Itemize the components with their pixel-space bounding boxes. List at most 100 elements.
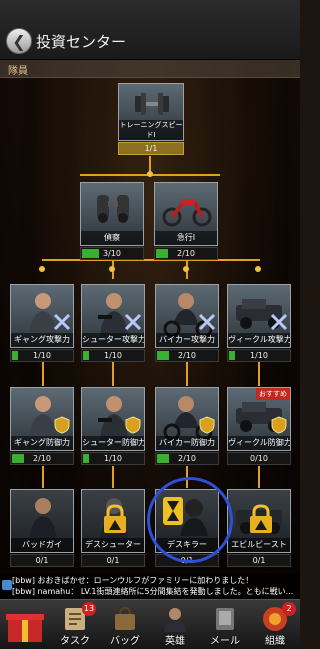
chat-line: [bbw] namahu： LV.1街頭連絡所に5分間集結を発動しました。ともに… [12,587,294,596]
progress-text: 2/10 [33,454,51,463]
progress-bar: 3/10 [80,247,144,260]
progress-text: 0/1 [252,556,266,565]
badguy-icon [29,498,57,542]
skill-name: 急行I [155,231,217,245]
skill-tile[interactable]: 急行I [154,182,218,246]
nav-shop[interactable] [0,600,50,649]
connector-node [147,171,153,177]
skill-name: バッドガイ [11,538,73,552]
skill-tile[interactable]: 偵察 [80,182,144,246]
connector-line [112,360,114,386]
progress-bar: 1/10 [10,349,74,362]
shield-icon [125,416,141,434]
skill-name: ヴィークル防御力 [228,436,290,450]
progress-bar: 0/1 [227,554,291,567]
nav-hero[interactable]: 英雄 [150,600,200,649]
progress-bar: 2/10 [155,452,219,465]
skill-tile[interactable]: バイカー攻撃力 [155,284,219,348]
progress-text: 2/10 [177,249,195,258]
crossed-swords-icon [198,313,216,331]
progress-text: 0/1 [35,556,49,565]
highlight-circle [147,477,233,563]
connector-node [183,266,189,272]
skill-tile[interactable]: バイカー防御力 [155,387,219,451]
recommended-badge: おすすめ [256,388,290,400]
section-label: 隊員 [8,66,28,77]
connector-line [258,466,260,488]
nav-label: タスク [60,636,90,647]
skill-tile[interactable]: ギャング攻撃力 [10,284,74,348]
progress-bar: 2/10 [155,349,219,362]
progress-text: 1/10 [33,351,51,360]
chat-line: [bbw] おおきばかせ：ローンウルフがファミリーに加わりました！ [12,576,254,585]
skill-name: ギャング防御力 [11,436,73,450]
bottom-nav: 13 タスク バッグ 英雄 メール 2 組織 [0,599,300,649]
skill-tile[interactable]: ヴィークル攻撃力 [227,284,291,348]
progress-text: 0/1 [106,556,120,565]
nav-task[interactable]: 13 タスク [50,600,100,649]
skill-tile[interactable]: ギャング防御力 [10,387,74,451]
skill-name: デスシューター [82,538,144,552]
nav-label: 英雄 [165,636,185,647]
nav-mail[interactable]: メール [200,600,250,649]
skill-node-vehicle-attack[interactable]: ヴィークル攻撃力 1/10 [227,284,291,362]
gift-box-icon [6,614,44,642]
connector-node [255,266,261,272]
connector-line [42,466,44,488]
skill-tile[interactable]: シューター攻撃力 [81,284,145,348]
progress-text: 0/10 [250,454,268,463]
skill-tile[interactable]: シューター防御力 [81,387,145,451]
skill-node-shooter-defense[interactable]: シューター防御力 1/10 [81,387,145,465]
progress-bar: 1/10 [81,349,145,362]
connector-node [39,266,45,272]
hero-icon [164,608,186,632]
skill-tile[interactable]: エビルビースト [227,489,291,553]
skill-node-deathshooter[interactable]: デスシューター 0/1 [81,489,145,567]
connector-line [42,360,44,386]
chat-ticker[interactable]: [bbw] おおきばかせ：ローンウルフがファミリーに加わりました！ [bbw] … [0,573,300,599]
connector-node [109,266,115,272]
progress-text: 2/10 [178,351,196,360]
skill-tile[interactable]: バッドガイ [10,489,74,553]
dumbbell-icon [135,93,169,115]
skill-tile[interactable]: デスシューター [81,489,145,553]
skill-node-badguy[interactable]: バッドガイ 0/1 [10,489,74,567]
skill-node-scout[interactable]: 偵察 3/10 [80,182,144,260]
nav-label: バッグ [110,636,140,647]
skill-node-gang-attack[interactable]: ギャング攻撃力 1/10 [10,284,74,362]
skill-tile[interactable]: トレーニングスピードI [118,83,184,141]
lock-icon [104,504,126,533]
skill-name: ヴィークル攻撃力 [228,333,290,347]
skill-node-evilbeast[interactable]: エビルビースト 0/1 [227,489,291,567]
skill-name: エビルビースト [228,538,290,552]
crossed-swords-icon [53,313,71,331]
skill-node-biker-attack[interactable]: バイカー攻撃力 2/10 [155,284,219,362]
skill-node-biker-defense[interactable]: バイカー防御力 2/10 [155,387,219,465]
lock-icon [250,504,272,533]
skill-node-rush[interactable]: 急行I 2/10 [154,182,218,260]
crossed-swords-icon [270,313,288,331]
skill-node-vehicle-defense[interactable]: おすすめ ヴィークル防御力 0/10 [227,387,291,465]
skill-node-gang-defense[interactable]: ギャング防御力 2/10 [10,387,74,465]
skill-name: バイカー防御力 [156,436,218,450]
skill-node-training[interactable]: トレーニングスピードI 1/1 [118,83,184,155]
progress-bar: 0/1 [10,554,74,567]
progress-text: 1/10 [104,454,122,463]
skill-node-shooter-attack[interactable]: シューター攻撃力 1/10 [81,284,145,362]
back-arrow-icon[interactable]: ❮ [6,28,32,54]
progress-bar: 1/10 [227,349,291,362]
skill-tile[interactable]: おすすめ ヴィークル防御力 [227,387,291,451]
progress-bar: 1/1 [118,142,184,155]
progress-text: 2/10 [178,454,196,463]
connector-line [112,466,114,488]
shield-icon [271,416,287,434]
nav-bag[interactable]: バッグ [100,600,150,649]
skill-name: ギャング攻撃力 [11,333,73,347]
bag-icon [115,606,135,630]
progress-bar: 2/10 [154,247,218,260]
task-count-badge: 13 [82,602,96,616]
progress-bar: 0/1 [81,554,145,567]
family-count-badge: 2 [282,602,296,616]
nav-label: メール [210,636,240,647]
nav-family[interactable]: 2 組織 [250,600,300,649]
